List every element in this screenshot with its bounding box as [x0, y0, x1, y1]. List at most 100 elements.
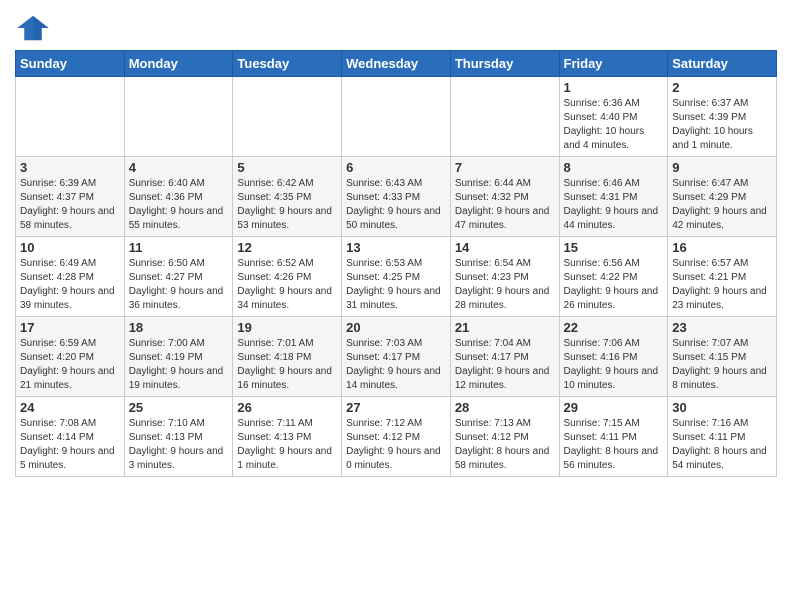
day-info: Sunrise: 6:56 AMSunset: 4:22 PMDaylight:…: [564, 257, 664, 313]
calendar-cell: 18 Sunrise: 7:00 AMSunset: 4:19 PMDayligh…: [124, 317, 233, 397]
day-info: Sunrise: 6:54 AMSunset: 4:23 PMDaylight:…: [455, 257, 555, 313]
day-header-friday: Friday: [559, 51, 668, 77]
calendar-cell: 29 Sunrise: 7:15 AMSunset: 4:11 PMDayligh…: [559, 397, 668, 477]
calendar-cell: 5 Sunrise: 6:42 AMSunset: 4:35 PMDaylight…: [233, 157, 342, 237]
day-info: Sunrise: 6:52 AMSunset: 4:26 PMDaylight:…: [237, 257, 337, 313]
day-info: Sunrise: 7:11 AMSunset: 4:13 PMDaylight:…: [237, 417, 337, 473]
day-info: Sunrise: 7:01 AMSunset: 4:18 PMDaylight:…: [237, 337, 337, 393]
day-number: 13: [346, 240, 446, 255]
day-number: 23: [672, 320, 772, 335]
week-row-2: 10 Sunrise: 6:49 AMSunset: 4:28 PMDayligh…: [16, 237, 777, 317]
day-info: Sunrise: 6:44 AMSunset: 4:32 PMDaylight:…: [455, 177, 555, 233]
calendar-cell: 13 Sunrise: 6:53 AMSunset: 4:25 PMDayligh…: [342, 237, 451, 317]
day-info: Sunrise: 7:00 AMSunset: 4:19 PMDaylight:…: [129, 337, 229, 393]
calendar-cell: 11 Sunrise: 6:50 AMSunset: 4:27 PMDayligh…: [124, 237, 233, 317]
calendar-cell: [233, 77, 342, 157]
day-info: Sunrise: 6:43 AMSunset: 4:33 PMDaylight:…: [346, 177, 446, 233]
day-number: 27: [346, 400, 446, 415]
day-info: Sunrise: 7:10 AMSunset: 4:13 PMDaylight:…: [129, 417, 229, 473]
day-info: Sunrise: 6:39 AMSunset: 4:37 PMDaylight:…: [20, 177, 120, 233]
day-info: Sunrise: 6:59 AMSunset: 4:20 PMDaylight:…: [20, 337, 120, 393]
day-number: 14: [455, 240, 555, 255]
day-number: 12: [237, 240, 337, 255]
day-info: Sunrise: 6:50 AMSunset: 4:27 PMDaylight:…: [129, 257, 229, 313]
day-number: 4: [129, 160, 229, 175]
calendar-cell: 14 Sunrise: 6:54 AMSunset: 4:23 PMDayligh…: [450, 237, 559, 317]
header: [15, 10, 777, 42]
calendar-cell: 4 Sunrise: 6:40 AMSunset: 4:36 PMDaylight…: [124, 157, 233, 237]
day-number: 17: [20, 320, 120, 335]
calendar-cell: 23 Sunrise: 7:07 AMSunset: 4:15 PMDayligh…: [668, 317, 777, 397]
day-header-saturday: Saturday: [668, 51, 777, 77]
calendar-cell: 21Sunrise: 7:04 AMSunset: 4:17 PMDayligh…: [450, 317, 559, 397]
day-info: Sunrise: 7:13 AMSunset: 4:12 PMDaylight:…: [455, 417, 555, 473]
day-info: Sunrise: 7:07 AMSunset: 4:15 PMDaylight:…: [672, 337, 772, 393]
logo: [15, 14, 55, 42]
calendar-cell: 9 Sunrise: 6:47 AMSunset: 4:29 PMDaylight…: [668, 157, 777, 237]
calendar-cell: [16, 77, 125, 157]
day-info: Sunrise: 6:49 AMSunset: 4:28 PMDaylight:…: [20, 257, 120, 313]
day-number: 21: [455, 320, 555, 335]
week-row-1: 3 Sunrise: 6:39 AMSunset: 4:37 PMDaylight…: [16, 157, 777, 237]
day-header-thursday: Thursday: [450, 51, 559, 77]
day-info: Sunrise: 6:46 AMSunset: 4:31 PMDaylight:…: [564, 177, 664, 233]
day-info: Sunrise: 7:08 AMSunset: 4:14 PMDaylight:…: [20, 417, 120, 473]
day-header-monday: Monday: [124, 51, 233, 77]
day-number: 24: [20, 400, 120, 415]
calendar-cell: [124, 77, 233, 157]
calendar-cell: 1 Sunrise: 6:36 AMSunset: 4:40 PMDaylight…: [559, 77, 668, 157]
calendar-cell: 19 Sunrise: 7:01 AMSunset: 4:18 PMDayligh…: [233, 317, 342, 397]
day-info: Sunrise: 6:36 AMSunset: 4:40 PMDaylight:…: [564, 97, 664, 153]
day-header-sunday: Sunday: [16, 51, 125, 77]
day-info: Sunrise: 7:15 AMSunset: 4:11 PMDaylight:…: [564, 417, 664, 473]
day-number: 11: [129, 240, 229, 255]
day-number: 5: [237, 160, 337, 175]
day-number: 18: [129, 320, 229, 335]
day-header-tuesday: Tuesday: [233, 51, 342, 77]
day-number: 1: [564, 80, 664, 95]
day-number: 26: [237, 400, 337, 415]
calendar-cell: 24 Sunrise: 7:08 AMSunset: 4:14 PMDayligh…: [16, 397, 125, 477]
day-number: 15: [564, 240, 664, 255]
week-row-4: 24 Sunrise: 7:08 AMSunset: 4:14 PMDayligh…: [16, 397, 777, 477]
day-info: Sunrise: 6:40 AMSunset: 4:36 PMDaylight:…: [129, 177, 229, 233]
calendar-cell: 16 Sunrise: 6:57 AMSunset: 4:21 PMDayligh…: [668, 237, 777, 317]
calendar-cell: 3 Sunrise: 6:39 AMSunset: 4:37 PMDaylight…: [16, 157, 125, 237]
day-number: 7: [455, 160, 555, 175]
week-row-0: 1 Sunrise: 6:36 AMSunset: 4:40 PMDaylight…: [16, 77, 777, 157]
calendar-cell: [450, 77, 559, 157]
logo-icon: [15, 14, 51, 42]
day-info: Sunrise: 6:42 AMSunset: 4:35 PMDaylight:…: [237, 177, 337, 233]
day-number: 3: [20, 160, 120, 175]
calendar-table: SundayMondayTuesdayWednesdayThursdayFrid…: [15, 50, 777, 477]
calendar-cell: [342, 77, 451, 157]
day-number: 22: [564, 320, 664, 335]
day-number: 16: [672, 240, 772, 255]
day-number: 19: [237, 320, 337, 335]
calendar-cell: 30 Sunrise: 7:16 AMSunset: 4:11 PMDayligh…: [668, 397, 777, 477]
calendar-cell: 7 Sunrise: 6:44 AMSunset: 4:32 PMDaylight…: [450, 157, 559, 237]
calendar-cell: 27 Sunrise: 7:12 AMSunset: 4:12 PMDayligh…: [342, 397, 451, 477]
day-info: Sunrise: 6:47 AMSunset: 4:29 PMDaylight:…: [672, 177, 772, 233]
day-info: Sunrise: 7:12 AMSunset: 4:12 PMDaylight:…: [346, 417, 446, 473]
week-row-3: 17 Sunrise: 6:59 AMSunset: 4:20 PMDayligh…: [16, 317, 777, 397]
day-info: Sunrise: 7:16 AMSunset: 4:11 PMDaylight:…: [672, 417, 772, 473]
day-info: Sunrise: 6:57 AMSunset: 4:21 PMDaylight:…: [672, 257, 772, 313]
day-number: 9: [672, 160, 772, 175]
calendar-cell: 20 Sunrise: 7:03 AMSunset: 4:17 PMDayligh…: [342, 317, 451, 397]
day-number: 6: [346, 160, 446, 175]
day-header-wednesday: Wednesday: [342, 51, 451, 77]
calendar-cell: 2Sunrise: 6:37 AMSunset: 4:39 PMDaylight…: [668, 77, 777, 157]
calendar-cell: 26 Sunrise: 7:11 AMSunset: 4:13 PMDayligh…: [233, 397, 342, 477]
day-number: 25: [129, 400, 229, 415]
calendar-cell: 10 Sunrise: 6:49 AMSunset: 4:28 PMDayligh…: [16, 237, 125, 317]
calendar-cell: 28Sunrise: 7:13 AMSunset: 4:12 PMDayligh…: [450, 397, 559, 477]
calendar-cell: 17 Sunrise: 6:59 AMSunset: 4:20 PMDayligh…: [16, 317, 125, 397]
day-number: 10: [20, 240, 120, 255]
day-number: 30: [672, 400, 772, 415]
day-info: Sunrise: 7:03 AMSunset: 4:17 PMDaylight:…: [346, 337, 446, 393]
day-info: Sunrise: 6:53 AMSunset: 4:25 PMDaylight:…: [346, 257, 446, 313]
calendar-header-row: SundayMondayTuesdayWednesdayThursdayFrid…: [16, 51, 777, 77]
day-number: 29: [564, 400, 664, 415]
day-number: 20: [346, 320, 446, 335]
